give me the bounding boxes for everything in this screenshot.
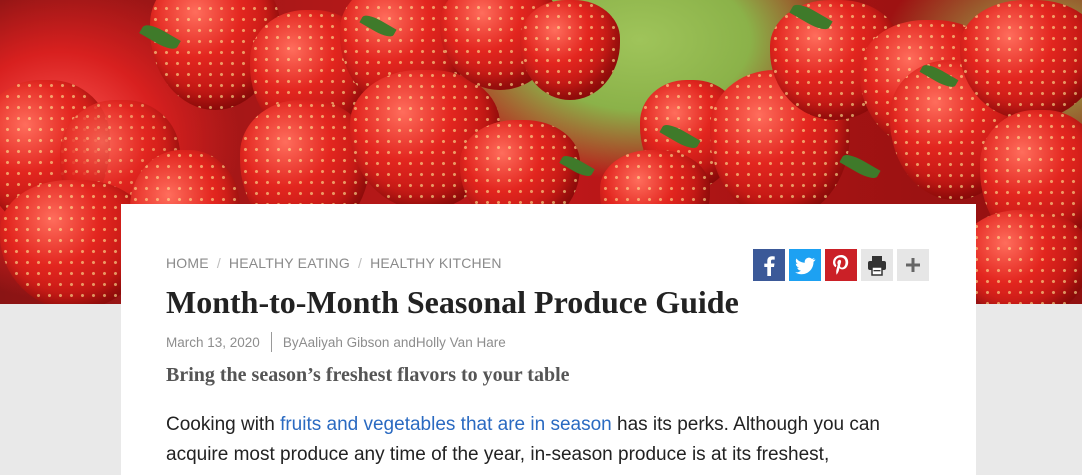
share-bar (753, 249, 929, 281)
breadcrumb-separator: / (216, 255, 221, 271)
twitter-share-button[interactable] (789, 249, 821, 281)
breadcrumb-healthy-eating[interactable]: HEALTHY EATING (229, 255, 350, 271)
breadcrumb-home[interactable]: HOME (166, 255, 209, 271)
strawberry (960, 210, 1082, 304)
meta-divider (270, 332, 272, 352)
author-link[interactable]: Aaliyah Gibson (299, 335, 390, 350)
article-card: HOME / HEALTHY EATING / HEALTHY KITCHEN (121, 204, 976, 475)
twitter-icon (795, 257, 816, 275)
facebook-icon (764, 256, 775, 276)
print-button[interactable] (861, 249, 893, 281)
paragraph-text: Cooking with (166, 414, 281, 435)
seasonal-produce-link[interactable]: fruits and vegetables that are in season (280, 414, 612, 435)
byline-prefix: By (282, 334, 299, 350)
article-date: March 13, 2020 (166, 334, 260, 350)
pinterest-icon (833, 255, 849, 275)
article-title: Month-to-Month Seasonal Produce Guide (166, 284, 739, 320)
leaf (839, 150, 881, 183)
strawberry (520, 0, 620, 100)
author-link[interactable]: Holly Van Hare (416, 335, 506, 350)
print-icon (868, 256, 886, 276)
byline-and: and (393, 334, 416, 350)
breadcrumb-separator: / (357, 255, 363, 271)
article-paragraph: Cooking with fruits and vegetables that … (166, 410, 936, 470)
facebook-share-button[interactable] (753, 249, 785, 281)
plus-icon (906, 258, 920, 272)
more-share-button[interactable] (897, 249, 929, 281)
pinterest-share-button[interactable] (825, 249, 857, 281)
breadcrumb: HOME / HEALTHY EATING / HEALTHY KITCHEN (166, 255, 502, 271)
article-subtitle: Bring the season’s freshest flavors to y… (166, 364, 570, 386)
breadcrumb-healthy-kitchen[interactable]: HEALTHY KITCHEN (370, 255, 502, 271)
article-meta: March 13, 2020 By Aaliyah Gibson and Hol… (166, 332, 506, 352)
